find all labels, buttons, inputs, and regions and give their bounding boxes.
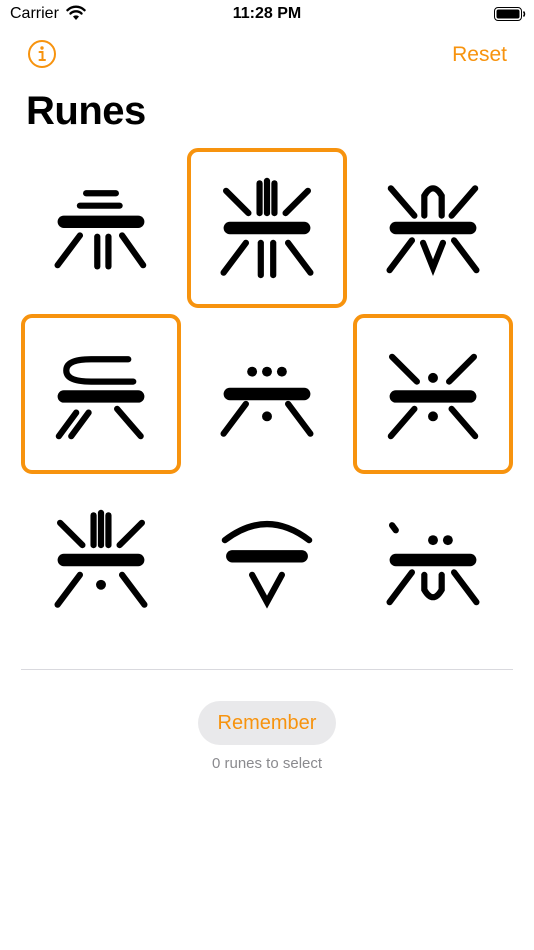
divider — [21, 669, 513, 670]
rune-glyph-5 — [220, 366, 314, 437]
rune-cell-9[interactable] — [353, 480, 513, 640]
rune-cell-7[interactable] — [21, 480, 181, 640]
rune-glyph-9 — [386, 522, 480, 606]
rune-glyph-1 — [54, 190, 147, 270]
rune-glyph-3 — [386, 185, 480, 277]
rune-glyph-2 — [220, 177, 314, 279]
info-circle-icon — [28, 40, 56, 68]
page-title: Runes — [26, 89, 146, 133]
rune-cell-6[interactable] — [353, 314, 513, 474]
rune-cell-8[interactable] — [187, 480, 347, 640]
battery-icon — [494, 7, 526, 21]
rune-cell-5[interactable] — [187, 314, 347, 474]
rune-cell-4[interactable] — [21, 314, 181, 474]
rune-cell-1[interactable] — [21, 148, 181, 308]
battery-level — [496, 9, 520, 19]
status-time: 11:28 PM — [232, 5, 302, 22]
reset-button[interactable]: Reset — [452, 43, 507, 67]
rune-glyph-4 — [55, 356, 145, 440]
rune-glyph-8 — [221, 520, 313, 609]
rune-cell-2[interactable] — [187, 148, 347, 308]
status-bar: Carrier 11:28 PM — [0, 0, 534, 28]
info-button[interactable] — [27, 39, 57, 69]
rune-glyph-6 — [387, 353, 479, 440]
rune-cell-3[interactable] — [353, 148, 513, 308]
remember-button[interactable]: Remember — [198, 701, 336, 745]
rune-glyph-7 — [54, 509, 148, 608]
runes-to-select-count: 0 runes to select — [211, 755, 323, 772]
